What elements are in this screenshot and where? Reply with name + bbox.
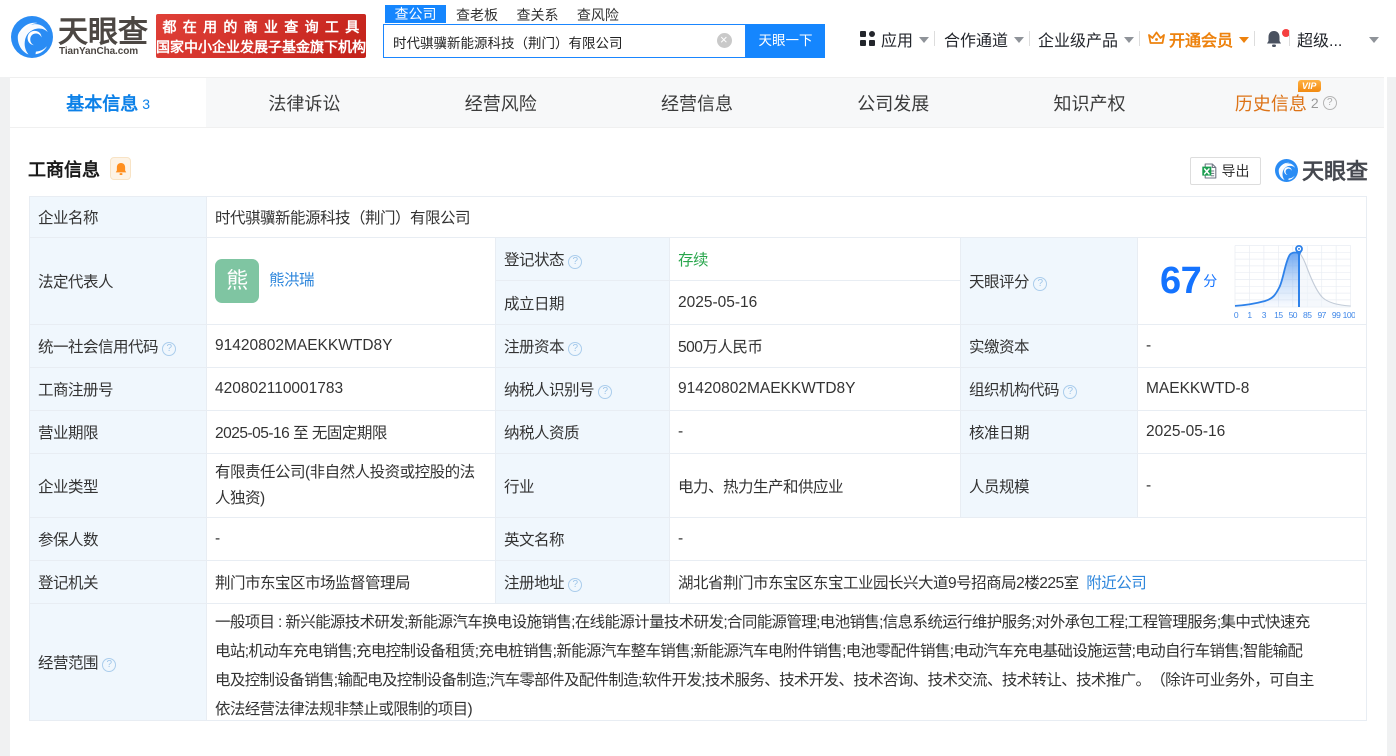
svg-text:15: 15 — [1274, 310, 1283, 320]
svg-text:1: 1 — [1247, 310, 1252, 320]
svg-text:50: 50 — [1288, 310, 1297, 320]
svg-text:100: 100 — [1342, 310, 1354, 320]
svg-text:85: 85 — [1303, 310, 1312, 320]
svg-text:99: 99 — [1332, 310, 1341, 320]
svg-text:97: 97 — [1317, 310, 1326, 320]
svg-text:3: 3 — [1262, 310, 1267, 320]
svg-text:0: 0 — [1234, 310, 1239, 320]
